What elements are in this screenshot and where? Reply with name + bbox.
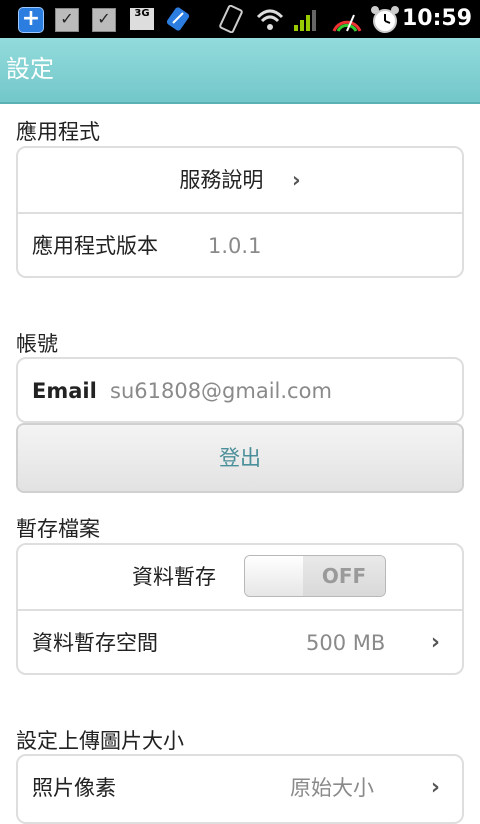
add-notification-icon: +: [18, 7, 44, 33]
signal-icon: [294, 10, 316, 31]
wifi-icon: [256, 9, 284, 30]
photo-pixel-row[interactable]: 照片像素 原始大小 ›: [18, 756, 462, 820]
clock-time: 10:59: [401, 6, 472, 31]
chevron-right-icon: ›: [292, 168, 301, 192]
photo-pixel-label: 照片像素: [32, 776, 116, 800]
app-version-label: 應用程式版本: [32, 234, 158, 258]
section-title-upload: 設定上傳圖片大小: [16, 729, 184, 753]
cache-toggle-switch[interactable]: OFF: [244, 555, 386, 597]
app-version-row: 應用程式版本 1.0.1: [18, 212, 462, 276]
logout-button[interactable]: 登出: [16, 423, 464, 493]
rotate-phone-icon: [219, 5, 243, 33]
page-title: 設定: [6, 55, 54, 83]
photo-pixel-value: 原始大小: [290, 776, 374, 800]
cache-toggle-row: 資料暫存 OFF: [18, 545, 462, 609]
chevron-right-icon: ›: [430, 630, 440, 655]
cache-label: 資料暫存: [132, 565, 216, 589]
checkbox-icon: ✓: [92, 8, 116, 32]
cache-space-label: 資料暫存空間: [32, 631, 158, 655]
app-version-value: 1.0.1: [208, 234, 262, 258]
battery-gauge-icon: [332, 14, 362, 32]
section-title-app: 應用程式: [16, 120, 100, 144]
upload-card: 照片像素 原始大小 ›: [16, 754, 464, 824]
title-bar: 設定: [0, 38, 480, 104]
toggle-knob: [245, 556, 304, 596]
network-3g-icon: 3G: [130, 8, 154, 30]
alarm-clock-icon: [371, 6, 399, 33]
email-label: Email: [32, 379, 97, 403]
account-card: Email su61808@gmail.com: [16, 357, 464, 423]
chevron-right-icon: ›: [430, 775, 440, 800]
app-settings-card: 服務說明 › 應用程式版本 1.0.1: [16, 146, 464, 278]
section-title-cache: 暫存檔案: [16, 517, 100, 541]
status-bar: + ✓ ✓ 3G 10:59: [0, 0, 480, 38]
cache-card: 資料暫存 OFF 資料暫存空間 500 MB ›: [16, 543, 464, 675]
cache-space-value: 500 MB: [306, 631, 386, 655]
section-title-account: 帳號: [16, 332, 58, 356]
usb-icon: [166, 7, 190, 31]
service-description-row[interactable]: 服務說明 ›: [18, 148, 462, 212]
toggle-state-label: OFF: [303, 556, 385, 596]
email-row: Email su61808@gmail.com: [18, 359, 462, 421]
service-description-label: 服務說明: [179, 168, 264, 192]
checkbox-icon: ✓: [55, 8, 79, 32]
cache-space-row[interactable]: 資料暫存空間 500 MB ›: [18, 609, 462, 673]
email-value: su61808@gmail.com: [110, 379, 332, 403]
